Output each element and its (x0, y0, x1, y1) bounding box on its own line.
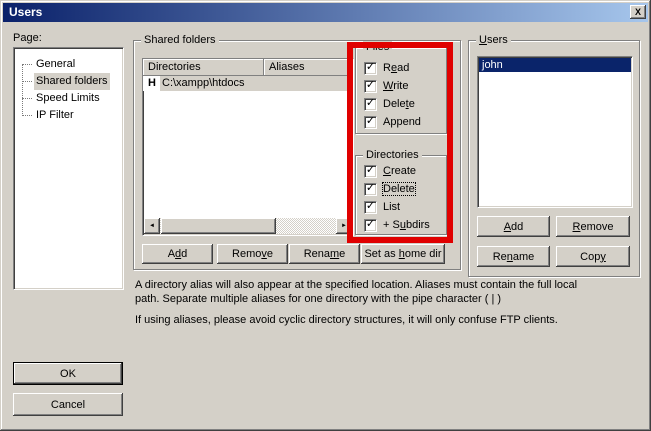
window-title: Users (9, 5, 42, 19)
checkmark-icon: ✓ (366, 165, 375, 176)
set-as-home-dir-button[interactable]: Set as home dir (361, 244, 445, 264)
checkbox-label: Create (383, 165, 416, 177)
description-line: path. Separate multiple aliases for one … (135, 292, 635, 306)
checkbox-box: ✓ (364, 183, 377, 196)
list-header: Directories Aliases (143, 59, 353, 76)
checkbox-dirs-list[interactable]: ✓ List (356, 198, 446, 216)
checkmark-icon: ✓ (366, 201, 375, 212)
directory-row[interactable]: H C:\xampp\htdocs (143, 76, 353, 91)
rename-user-button[interactable]: Rename (477, 246, 550, 267)
directories-group: Directories ✓ Create ✓ Delete ✓ List ✓ +… (355, 155, 447, 235)
shared-folders-list[interactable]: Directories Aliases H C:\xampp\htdocs ◄ … (142, 58, 354, 236)
tree-branch-icon (22, 64, 32, 65)
checkbox-box: ✓ (364, 80, 377, 93)
checkbox-label: Write (383, 80, 408, 92)
users-list[interactable]: john (477, 56, 633, 208)
checkbox-label: List (383, 201, 400, 213)
shared-folders-group-label: Shared folders (141, 34, 219, 47)
add-user-button[interactable]: Add (477, 216, 550, 237)
tree-branch-icon (22, 98, 32, 99)
checkmark-icon: ✓ (366, 80, 375, 91)
column-header-filler (348, 59, 353, 76)
directories-group-label: Directories (363, 149, 422, 162)
description-line: If using aliases, please avoid cyclic di… (135, 313, 635, 327)
checkbox-label: Append (383, 116, 421, 128)
cancel-button[interactable]: Cancel (13, 393, 123, 416)
checkbox-files-delete[interactable]: ✓ Delete (356, 95, 446, 113)
checkbox-label: Delete (383, 183, 415, 195)
checkmark-icon: ✓ (366, 98, 375, 109)
scrollbar-thumb[interactable] (161, 218, 276, 234)
column-header-directories[interactable]: Directories (143, 59, 264, 76)
page-item-general[interactable]: General (14, 56, 123, 73)
add-folder-button[interactable]: Add (142, 244, 213, 264)
scroll-right-button[interactable]: ► (336, 218, 352, 234)
checkbox-dirs-subdirs[interactable]: ✓ + Subdirs (356, 216, 446, 234)
page-item-speed-limits[interactable]: Speed Limits (14, 90, 123, 107)
checkbox-files-append[interactable]: ✓ Append (356, 113, 446, 131)
files-group: Files ✓ Read ✓ Write ✓ Delete ✓ Append (355, 47, 447, 134)
arrow-left-icon: ◄ (149, 223, 155, 229)
users-group: Users john Add Remove Rename Copy (468, 40, 640, 277)
checkbox-box: ✓ (364, 165, 377, 178)
tree-branch-icon (22, 115, 32, 116)
close-button[interactable]: X (630, 5, 646, 19)
horizontal-scrollbar[interactable]: ◄ ► (144, 218, 352, 234)
users-group-label: Users (476, 34, 511, 47)
checkbox-box: ✓ (364, 98, 377, 111)
users-dialog: Users X Page: General Shared folders Spe… (0, 0, 651, 431)
scroll-left-button[interactable]: ◄ (144, 218, 160, 234)
checkbox-dirs-create[interactable]: ✓ Create (356, 162, 446, 180)
checkmark-icon: ✓ (366, 219, 375, 230)
checkbox-label: Delete (383, 98, 415, 110)
page-label: Page: (13, 32, 42, 44)
remove-user-button[interactable]: Remove (556, 216, 630, 237)
tree-branch-icon (22, 81, 32, 82)
checkbox-files-read[interactable]: ✓ Read (356, 59, 446, 77)
column-header-aliases[interactable]: Aliases (264, 59, 348, 76)
arrow-right-icon: ► (341, 223, 347, 229)
remove-folder-button[interactable]: Remove (217, 244, 288, 264)
page-list[interactable]: General Shared folders Speed Limits IP F… (13, 47, 124, 290)
checkbox-label: Read (383, 62, 409, 74)
checkbox-label: + Subdirs (383, 219, 430, 231)
rename-folder-button[interactable]: Rename (289, 244, 360, 264)
checkbox-files-write[interactable]: ✓ Write (356, 77, 446, 95)
checkbox-box: ✓ (364, 116, 377, 129)
alias-description: A directory alias will also appear at th… (135, 278, 635, 327)
checkbox-box: ✓ (364, 62, 377, 75)
checkbox-box: ✓ (364, 219, 377, 232)
home-flag: H (143, 76, 160, 91)
title-bar: Users X (3, 3, 648, 22)
close-icon: X (635, 3, 641, 22)
directory-path: C:\xampp\htdocs (160, 76, 353, 91)
description-line: A directory alias will also appear at th… (135, 278, 635, 292)
copy-user-button[interactable]: Copy (556, 246, 630, 267)
checkmark-icon: ✓ (366, 62, 375, 73)
files-group-label: Files (363, 41, 392, 54)
checkbox-box: ✓ (364, 201, 377, 214)
page-item-shared-folders[interactable]: Shared folders (14, 73, 123, 90)
checkmark-icon: ✓ (366, 116, 375, 127)
checkmark-icon: ✓ (366, 183, 375, 194)
page-item-ip-filter[interactable]: IP Filter (14, 107, 123, 124)
user-item-john[interactable]: john (479, 58, 631, 72)
checkbox-dirs-delete[interactable]: ✓ Delete (356, 180, 446, 198)
ok-button[interactable]: OK (13, 362, 123, 385)
